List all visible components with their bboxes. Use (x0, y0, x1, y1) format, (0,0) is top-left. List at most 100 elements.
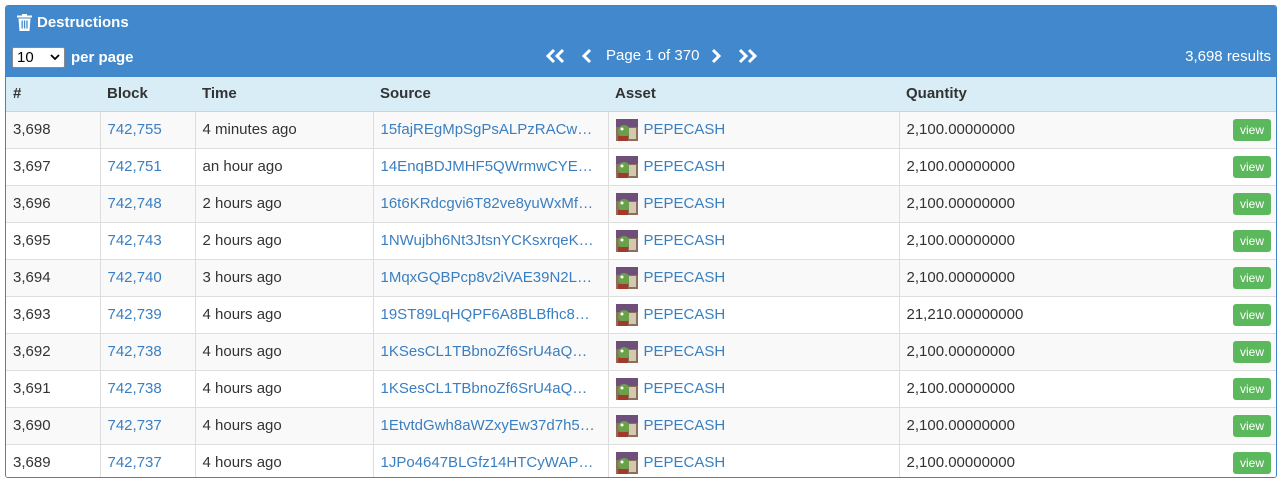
per-page-select[interactable]: 10 (12, 47, 65, 68)
asset-link[interactable]: PEPECASH (644, 121, 726, 138)
row-asset: PEPECASH (607, 370, 899, 407)
first-page-button[interactable] (538, 48, 572, 64)
asset-link[interactable]: PEPECASH (644, 417, 726, 434)
view-button[interactable]: view (1232, 118, 1271, 141)
row-number: 3,694 (13, 269, 51, 286)
source-address-link[interactable]: 16t6KRdcgvi6T82ve8yuWxMf… (381, 195, 594, 212)
table-row: 3,690 742,737 4 hours ago 1EtvtdGwh8aWZx… (6, 407, 1276, 444)
view-button[interactable]: view (1232, 340, 1271, 363)
table-row: 3,693 742,739 4 hours ago 19ST89LqHQPF6A… (6, 296, 1276, 333)
row-time: 4 hours ago (194, 370, 373, 407)
block-link[interactable]: 742,748 (108, 195, 162, 212)
destructions-table: # Block Time Source Asset Quantity 3,698… (6, 77, 1276, 477)
row-time: 4 hours ago (194, 444, 373, 477)
column-header-asset[interactable]: Asset (608, 77, 899, 112)
pepecash-icon (615, 229, 638, 252)
row-block: 742,738 (99, 333, 195, 370)
column-header-source[interactable]: Source (373, 77, 608, 112)
block-link[interactable]: 742,737 (108, 454, 162, 471)
row-time: 2 hours ago (194, 222, 373, 259)
chevron-down-icon (50, 54, 60, 61)
asset-link[interactable]: PEPECASH (644, 306, 726, 323)
row-source: 15fajREgMpSgPsALPzRACw… (372, 111, 608, 148)
view-button[interactable]: view (1232, 229, 1271, 252)
source-address-link[interactable]: 1JPo4647BLGfz14HTCyWAP… (381, 454, 594, 471)
row-actions: view (1222, 259, 1276, 296)
row-source: 1KSesCL1TBbnoZf6SrU4aQ… (372, 333, 608, 370)
table-row: 3,698 742,755 4 minutes ago 15fajREgMpSg… (6, 111, 1276, 148)
pepecash-icon (615, 118, 638, 141)
row-number: 3,689 (13, 454, 51, 472)
column-header-time[interactable]: Time (195, 77, 373, 112)
table-row: 3,691 742,738 4 hours ago 1KSesCL1TBbnoZ… (6, 370, 1276, 407)
table-row: 3,697 742,751 an hour ago 14EnqBDJMHF5QW… (6, 148, 1276, 185)
column-header-quantity[interactable]: Quantity (899, 77, 1222, 112)
source-address-link[interactable]: 1KSesCL1TBbnoZf6SrU4aQ… (381, 380, 588, 397)
table-row: 3,696 742,748 2 hours ago 16t6KRdcgvi6T8… (6, 185, 1276, 222)
column-header-block[interactable]: Block (100, 77, 195, 112)
per-page-value: 10 (17, 49, 34, 66)
row-asset: PEPECASH (607, 333, 899, 370)
destructions-panel: Destructions 10 per page Page 1 of 370 3… (5, 5, 1277, 478)
row-quantity: 21,210.00000000 (898, 296, 1222, 333)
row-actions: view (1222, 111, 1276, 148)
asset-link[interactable]: PEPECASH (644, 454, 726, 471)
block-link[interactable]: 742,740 (108, 269, 162, 286)
source-address-link[interactable]: 1MqxGQBPcp8v2iVAE39N2L… (381, 269, 593, 286)
asset-link[interactable]: PEPECASH (644, 158, 726, 175)
source-address-link[interactable]: 19ST89LqHQPF6A8BLBfhc8… (381, 306, 590, 323)
block-link[interactable]: 742,738 (108, 343, 162, 360)
pepecash-icon (615, 303, 638, 326)
row-time: 4 hours ago (194, 296, 373, 333)
row-actions: view (1222, 444, 1276, 477)
block-link[interactable]: 742,738 (108, 380, 162, 397)
row-asset: PEPECASH (607, 222, 899, 259)
source-address-link[interactable]: 1KSesCL1TBbnoZf6SrU4aQ… (381, 343, 588, 360)
source-address-link[interactable]: 1EtvtdGwh8aWZxyEw37d7h5… (381, 417, 595, 434)
view-button[interactable]: view (1232, 414, 1271, 437)
row-number: 3,690 (13, 417, 51, 434)
block-link[interactable]: 742,737 (108, 417, 162, 434)
asset-link[interactable]: PEPECASH (644, 195, 726, 212)
row-asset: PEPECASH (607, 185, 899, 222)
column-header-number[interactable]: # (6, 77, 100, 112)
row-time: an hour ago (194, 148, 373, 185)
view-button[interactable]: view (1232, 155, 1271, 178)
view-button[interactable]: view (1232, 192, 1271, 215)
source-address-link[interactable]: 1NWujbh6Nt3JtsnYCKsxrqeK… (381, 232, 594, 249)
block-link[interactable]: 742,751 (108, 158, 162, 175)
view-button[interactable]: view (1232, 451, 1271, 474)
row-source: 1NWujbh6Nt3JtsnYCKsxrqeK… (372, 222, 608, 259)
page-indicator: Page 1 of 370 (606, 47, 700, 64)
block-link[interactable]: 742,743 (108, 232, 162, 249)
block-link[interactable]: 742,755 (108, 121, 162, 138)
last-page-button[interactable] (731, 48, 765, 64)
pepecash-icon (615, 266, 638, 289)
chevron-right-icon (712, 48, 722, 63)
view-button[interactable]: view (1232, 303, 1271, 326)
row-quantity: 2,100.00000000 (898, 407, 1222, 444)
asset-link[interactable]: PEPECASH (644, 380, 726, 397)
row-asset: PEPECASH (607, 111, 899, 148)
view-button[interactable]: view (1232, 266, 1271, 289)
row-asset: PEPECASH (607, 296, 899, 333)
row-source: 1JPo4647BLGfz14HTCyWAP… (372, 444, 608, 477)
view-button[interactable]: view (1232, 377, 1271, 400)
next-page-button[interactable] (701, 48, 731, 64)
block-link[interactable]: 742,739 (108, 306, 162, 323)
asset-link[interactable]: PEPECASH (644, 343, 726, 360)
panel-title-text: Destructions (37, 14, 129, 31)
pepecash-icon (615, 451, 638, 474)
row-time: 4 hours ago (194, 407, 373, 444)
asset-link[interactable]: PEPECASH (644, 269, 726, 286)
row-source: 1KSesCL1TBbnoZf6SrU4aQ… (372, 370, 608, 407)
asset-link[interactable]: PEPECASH (644, 232, 726, 249)
row-quantity: 2,100.00000000 (898, 185, 1222, 222)
row-number: 3,691 (13, 380, 51, 397)
row-quantity: 2,100.00000000 (898, 111, 1222, 148)
prev-page-button[interactable] (572, 48, 602, 64)
double-chevron-right-icon (739, 48, 758, 63)
source-address-link[interactable]: 15fajREgMpSgPsALPzRACw… (381, 121, 593, 138)
source-address-link[interactable]: 14EnqBDJMHF5QWrmwCYE… (381, 158, 593, 175)
row-quantity: 2,100.00000000 (898, 148, 1222, 185)
